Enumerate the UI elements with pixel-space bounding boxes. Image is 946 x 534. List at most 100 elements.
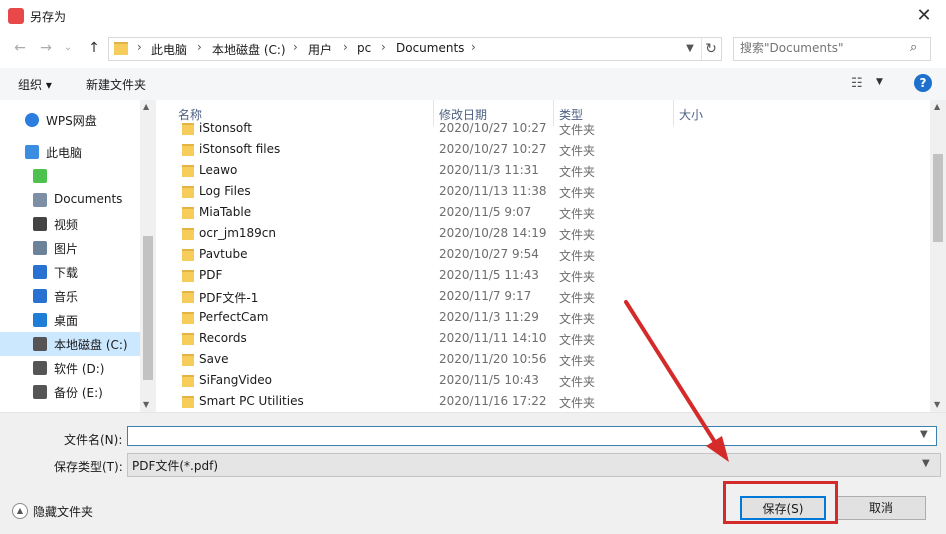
file-row[interactable]: iStonsoft 2020/10/27 10:27 文件夹 (156, 118, 930, 139)
file-row[interactable]: Smart PC Utilities 2020/11/16 17:22 文件夹 (156, 391, 930, 412)
file-type: 文件夹 (559, 375, 596, 389)
file-name: Log Files (199, 184, 251, 198)
documents-icon (33, 193, 47, 207)
file-row[interactable]: iStonsoft files 2020/10/27 10:27 文件夹 (156, 139, 930, 160)
save-type-value: PDF文件(*.pdf) (132, 459, 219, 473)
file-row[interactable]: MiaTable 2020/11/5 9:07 文件夹 (156, 202, 930, 223)
file-date: 2020/11/16 17:22 (439, 394, 547, 408)
forward-arrow-icon[interactable]: → (36, 38, 56, 58)
desktop-icon (33, 313, 47, 327)
file-name: MiaTable (199, 205, 252, 219)
file-row[interactable]: Pavtube 2020/10/27 9:54 文件夹 (156, 244, 930, 265)
file-date: 2020/10/27 10:27 (439, 142, 547, 156)
folder-icon (182, 123, 194, 135)
back-arrow-icon[interactable]: ← (10, 38, 30, 58)
file-date: 2020/11/3 11:29 (439, 310, 539, 324)
breadcrumb-pc[interactable]: pc (357, 41, 371, 55)
filename-input[interactable] (127, 426, 937, 446)
sidebar-item[interactable]: 此电脑 (0, 140, 140, 164)
scroll-down-icon[interactable]: ▼ (934, 400, 940, 409)
file-name: PDF文件-1 (199, 291, 259, 305)
scroll-up-icon[interactable]: ▲ (934, 102, 940, 111)
scroll-down-icon[interactable]: ▼ (143, 400, 149, 409)
file-name: Leawo (199, 163, 238, 177)
command-bar: 组织 ▾ 新建文件夹 ☷ ▼ ? (0, 68, 946, 101)
folder-icon (182, 312, 194, 324)
navigation-scrollbar[interactable]: ▲ ▼ (140, 100, 156, 412)
search-box[interactable]: ⌕ (733, 37, 931, 61)
file-row[interactable]: PDF文件-1 2020/11/7 9:17 文件夹 (156, 286, 930, 307)
view-options-icon[interactable]: ☷ (851, 76, 863, 91)
file-name: iStonsoft (199, 121, 252, 135)
file-type: 文件夹 (559, 291, 596, 305)
scrollbar-thumb[interactable] (143, 236, 153, 380)
file-name: iStonsoft files (199, 142, 281, 156)
dialog-title: 另存为 (30, 10, 67, 24)
chevron-down-icon[interactable]: ▼ (920, 429, 928, 440)
sidebar-item-label: Documents (54, 192, 123, 206)
sidebar-item-label: 视频 (54, 218, 79, 232)
folder-icon (182, 207, 194, 219)
cancel-button[interactable]: 取消 (836, 496, 926, 520)
up-arrow-icon[interactable]: ↑ (84, 38, 104, 58)
close-icon[interactable]: ✕ (912, 4, 936, 28)
view-dropdown-icon[interactable]: ▼ (876, 77, 883, 87)
sidebar-item[interactable]: 备份 (E:) (0, 380, 140, 404)
sidebar-item[interactable]: 视频 (0, 212, 140, 236)
file-row[interactable]: PerfectCam 2020/11/3 11:29 文件夹 (156, 307, 930, 328)
folder-icon (182, 291, 194, 303)
chevron-down-icon[interactable]: ▼ (922, 458, 930, 469)
file-type: 文件夹 (559, 270, 596, 284)
chevron-down-icon[interactable]: ▼ (681, 38, 699, 60)
sidebar-item[interactable]: 音乐 (0, 284, 140, 308)
sidebar-item-label: 本地磁盘 (C:) (54, 338, 128, 352)
breadcrumb-this-pc[interactable]: 此电脑 (151, 41, 187, 58)
sidebar-item[interactable]: 桌面 (0, 308, 140, 332)
breadcrumb-users[interactable]: 用户 (308, 41, 332, 58)
file-row[interactable]: SiFangVideo 2020/11/5 10:43 文件夹 (156, 370, 930, 391)
sidebar-item[interactable]: 本地磁盘 (C:) (0, 332, 140, 356)
file-date: 2020/11/13 11:38 (439, 184, 547, 198)
collapse-up-icon[interactable]: ▲ (12, 503, 28, 519)
file-list-scrollbar[interactable]: ▲ ▼ (930, 100, 946, 412)
sidebar-item[interactable]: 软件 (D:) (0, 356, 140, 380)
sidebar-item[interactable]: WPS网盘 (0, 108, 140, 132)
breadcrumb-drive-c[interactable]: 本地磁盘 (C:) (212, 41, 286, 58)
recent-locations-icon[interactable]: ⌄ (58, 38, 78, 58)
sidebar-item[interactable]: Documents (0, 188, 140, 212)
new-folder-button[interactable]: 新建文件夹 (86, 76, 146, 93)
help-icon[interactable]: ? (914, 74, 932, 92)
scrollbar-thumb[interactable] (933, 154, 943, 242)
file-date: 2020/11/20 10:56 (439, 352, 547, 366)
file-row[interactable]: Leawo 2020/11/3 11:31 文件夹 (156, 160, 930, 181)
search-input[interactable] (740, 41, 905, 55)
breadcrumb-documents[interactable]: Documents (396, 41, 464, 55)
sidebar-item[interactable]: 下载 (0, 260, 140, 284)
sidebar-item-label: 此电脑 (46, 146, 83, 160)
cloud-icon (25, 113, 39, 127)
sidebar-item[interactable] (0, 164, 140, 188)
file-name: Save (199, 352, 229, 366)
file-row[interactable]: ocr_jm189cn 2020/10/28 14:19 文件夹 (156, 223, 930, 244)
file-row[interactable]: Records 2020/11/11 14:10 文件夹 (156, 328, 930, 349)
breadcrumb-separator: › (343, 40, 348, 54)
folder-icon (182, 333, 194, 345)
refresh-icon[interactable]: ↻ (701, 38, 720, 60)
organize-menu-button[interactable]: 组织 ▾ (18, 76, 52, 93)
folder-icon (182, 228, 194, 240)
file-row[interactable]: Log Files 2020/11/13 11:38 文件夹 (156, 181, 930, 202)
sidebar-item[interactable]: 图片 (0, 236, 140, 260)
hide-folders-toggle[interactable]: 隐藏文件夹 (33, 503, 93, 520)
address-bar[interactable]: › 此电脑 › 本地磁盘 (C:) › 用户 › pc › Documents … (108, 37, 722, 61)
file-row[interactable]: PDF 2020/11/5 11:43 文件夹 (156, 265, 930, 286)
file-type: 文件夹 (559, 333, 596, 347)
search-icon[interactable]: ⌕ (910, 40, 917, 55)
breadcrumb-separator: › (293, 40, 298, 54)
download-icon (33, 265, 47, 279)
file-type: 文件夹 (559, 249, 596, 263)
file-row[interactable]: Save 2020/11/20 10:56 文件夹 (156, 349, 930, 370)
video-icon (33, 217, 47, 231)
scroll-up-icon[interactable]: ▲ (143, 102, 149, 111)
save-type-select[interactable]: PDF文件(*.pdf) ▼ (127, 453, 941, 477)
app-logo-icon (8, 8, 24, 24)
